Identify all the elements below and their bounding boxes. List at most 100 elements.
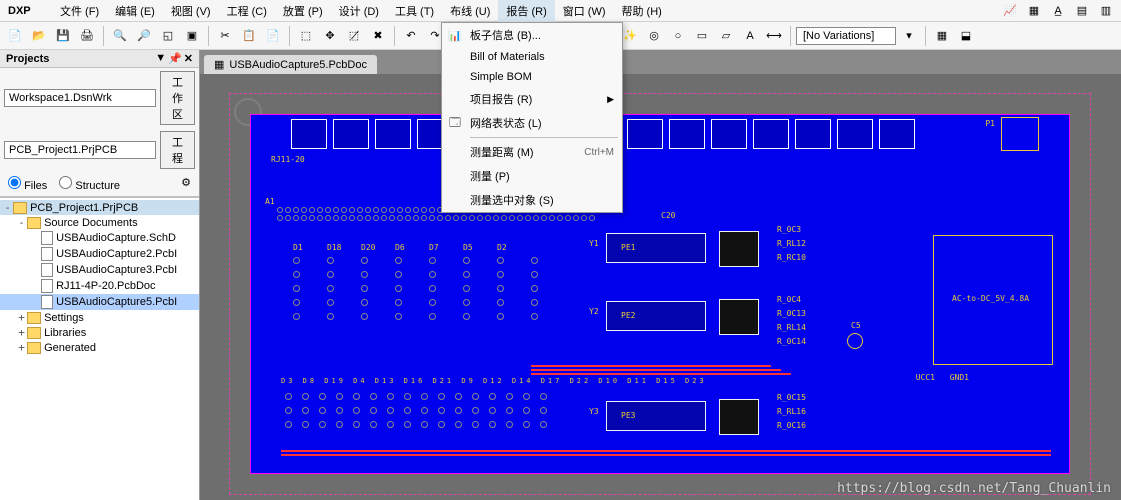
menu-simple-bom[interactable]: Simple BOM <box>442 67 622 87</box>
copy-icon[interactable]: 📋 <box>238 25 260 47</box>
tree-node[interactable]: USBAudioCapture2.PcbI <box>0 246 199 262</box>
pad <box>404 421 411 428</box>
rect-icon[interactable]: ▭ <box>691 25 713 47</box>
pad <box>397 215 403 221</box>
silk-label: Y1 <box>589 239 599 248</box>
pad <box>437 215 443 221</box>
tree-node[interactable]: + Generated <box>0 340 199 355</box>
dim-icon[interactable]: ⟷ <box>763 25 785 47</box>
text-icon[interactable]: A <box>739 25 761 47</box>
pad <box>389 215 395 221</box>
variation-icon[interactable]: ▾ <box>898 25 920 47</box>
menu-project-reports[interactable]: 项目报告 (R)▶ <box>442 87 622 111</box>
gear-icon[interactable]: ⚙ <box>181 176 191 192</box>
tree-node[interactable]: USBAudioCapture5.PcbI <box>0 294 199 310</box>
tool-layers2-icon[interactable]: ▥ <box>1095 0 1117 22</box>
new-icon[interactable]: 📄 <box>4 25 26 47</box>
menu-project[interactable]: 工程 (C) <box>219 0 275 22</box>
pad <box>293 207 299 213</box>
pad <box>472 393 479 400</box>
open-icon[interactable]: 📂 <box>28 25 50 47</box>
zoom-sel-icon[interactable]: ◱ <box>157 25 179 47</box>
tree-node[interactable]: + Settings <box>0 310 199 325</box>
tree-node[interactable]: - PCB_Project1.PrjPCB <box>0 200 199 215</box>
project-button[interactable]: 工程 <box>160 131 195 169</box>
pad <box>489 393 496 400</box>
menu-tools[interactable]: 工具 (T) <box>387 0 442 22</box>
cut-icon[interactable]: ✂ <box>214 25 236 47</box>
tool-font-icon[interactable]: A̲ <box>1047 0 1069 22</box>
menu-view[interactable]: 视图 (V) <box>163 0 219 22</box>
poly-icon[interactable]: ▱ <box>715 25 737 47</box>
pad <box>489 421 496 428</box>
save-icon[interactable]: 💾 <box>52 25 74 47</box>
dropdown-icon[interactable]: 📌 <box>168 52 182 65</box>
menu-route[interactable]: 布线 (U) <box>442 0 498 22</box>
menu-design[interactable]: 设计 (D) <box>331 0 387 22</box>
menu-edit[interactable]: 编辑 (E) <box>107 0 163 22</box>
pad <box>461 215 467 221</box>
pad <box>327 271 334 278</box>
pin-icon[interactable]: ▼ <box>155 52 166 65</box>
menu-help[interactable]: 帮助 (H) <box>614 0 670 22</box>
tree-node[interactable]: - Source Documents <box>0 215 199 230</box>
radio-files[interactable]: Files <box>8 176 47 192</box>
workspace-input[interactable] <box>4 89 156 107</box>
close-icon[interactable]: ✕ <box>184 52 193 65</box>
menu-report[interactable]: 报告 (R) <box>498 0 554 22</box>
pad-icon[interactable]: ○ <box>667 25 689 47</box>
pad <box>333 215 339 221</box>
sheet-icon[interactable]: ▣ <box>181 25 203 47</box>
app-logo[interactable]: DXP <box>4 5 52 17</box>
menu-bom[interactable]: Bill of Materials <box>442 47 622 67</box>
tool-layer-icon[interactable]: ▤ <box>1071 0 1093 22</box>
pad <box>404 393 411 400</box>
menu-board-info[interactable]: 📊板子信息 (B)... <box>442 23 622 47</box>
via-icon[interactable]: ◎ <box>643 25 665 47</box>
layers-icon[interactable]: ▦ <box>931 25 953 47</box>
menu-measure-distance[interactable]: 测量距离 (M)Ctrl+M <box>442 140 622 164</box>
paste-icon[interactable]: 📄 <box>262 25 284 47</box>
pad <box>361 271 368 278</box>
zoom-fit-icon[interactable]: 🔍 <box>109 25 131 47</box>
zoom-area-icon[interactable]: 🔎 <box>133 25 155 47</box>
select-icon[interactable]: ⬚ <box>295 25 317 47</box>
canvas-area: ▦ USBAudioCapture5.PcbDoc <box>200 50 1121 500</box>
pcb-canvas[interactable]: P1 RJ11-20 A1 D1 D18 D20 D6 D7 D5 D2 Y1 … <box>200 74 1121 500</box>
3d-icon[interactable]: ⬓ <box>955 25 977 47</box>
radio-structure[interactable]: Structure <box>59 176 120 192</box>
pad <box>327 257 334 264</box>
ic-chip <box>719 299 759 335</box>
pad <box>353 407 360 414</box>
pad <box>525 215 531 221</box>
tool-line-icon[interactable]: 📈 <box>999 0 1021 22</box>
undo-icon[interactable]: ↶ <box>400 25 422 47</box>
menu-place[interactable]: 放置 (P) <box>275 0 331 22</box>
menu-file[interactable]: 文件 (F) <box>52 0 107 22</box>
menu-measure[interactable]: 测量 (P) <box>442 164 622 188</box>
menu-window[interactable]: 窗口 (W) <box>555 0 614 22</box>
tool-grid-icon[interactable]: ▦ <box>1023 0 1045 22</box>
deselect-icon[interactable]: ⬚̸ <box>343 25 365 47</box>
tree-node[interactable]: USBAudioCapture.SchD <box>0 230 199 246</box>
print-icon[interactable]: 🖨 <box>76 25 98 47</box>
menu-netlist-status[interactable]: 🗔网络表状态 (L) <box>442 111 622 135</box>
connector <box>333 119 369 149</box>
pad <box>293 271 300 278</box>
clear-icon[interactable]: ✖ <box>367 25 389 47</box>
pad <box>463 313 470 320</box>
tree-node[interactable]: + Libraries <box>0 325 199 340</box>
tree-label: USBAudioCapture3.PcbI <box>56 264 177 276</box>
silk-label: PE1 <box>621 243 635 252</box>
tree-node[interactable]: RJ11-4P-20.PcbDoc <box>0 278 199 294</box>
workspace-button[interactable]: 工作区 <box>160 71 195 125</box>
pad <box>533 215 539 221</box>
power-module: AC-to-DC_5V_4.8A <box>933 235 1053 365</box>
move-icon[interactable]: ✥ <box>319 25 341 47</box>
document-tab[interactable]: ▦ USBAudioCapture5.PcbDoc <box>204 55 377 74</box>
pad <box>319 407 326 414</box>
menu-measure-selected[interactable]: 测量选中对象 (S) <box>442 188 622 212</box>
tree-node[interactable]: USBAudioCapture3.PcbI <box>0 262 199 278</box>
project-input[interactable] <box>4 141 156 159</box>
variations-dropdown[interactable]: [No Variations] <box>796 27 896 45</box>
